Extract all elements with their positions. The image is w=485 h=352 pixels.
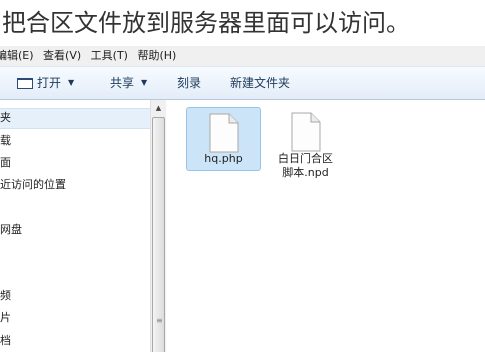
file-name: hq.php: [204, 152, 243, 165]
nav-item-favorites[interactable]: 夹: [0, 108, 150, 129]
nav-item-label: 载: [0, 134, 11, 147]
grip-icon: ≡: [156, 316, 163, 325]
file-name-line-1: 白日门合区: [278, 152, 333, 165]
burn-button[interactable]: 刻录: [177, 67, 201, 99]
nav-scrollbar[interactable]: ▲ ≡: [150, 100, 166, 352]
share-button[interactable]: 共享 ▼: [110, 67, 147, 99]
file-item-merge-script[interactable]: 白日门合区 脚本.npd: [268, 107, 343, 179]
nav-item-label: 夹: [0, 111, 11, 124]
file-item-hq-php[interactable]: hq.php: [186, 107, 261, 171]
nav-item-label: 面: [0, 156, 11, 169]
chevron-down-icon: ▼: [141, 78, 148, 87]
chevron-down-icon: ▼: [68, 78, 75, 87]
new-folder-button[interactable]: 新建文件夹: [230, 67, 290, 99]
nav-item-desktop[interactable]: 面: [0, 155, 11, 171]
open-label: 打开: [37, 76, 62, 90]
share-label: 共享: [110, 76, 135, 90]
scroll-up-arrow-icon[interactable]: ▲: [151, 100, 166, 116]
nav-item-label: 近访问的位置: [0, 178, 66, 191]
file-name-line-2: 脚本.npd: [282, 166, 329, 179]
open-button[interactable]: 打开 ▼: [17, 67, 74, 99]
nav-item-label: 片: [0, 311, 11, 324]
menu-view[interactable]: 查看(V): [43, 46, 81, 66]
menu-tools[interactable]: 工具(T): [91, 46, 128, 66]
nav-item-videos[interactable]: 频: [0, 288, 11, 304]
nav-item-label: 网盘: [0, 223, 22, 236]
nav-item-cloud-drive[interactable]: 网盘: [0, 222, 22, 238]
nav-item-downloads[interactable]: 载: [0, 133, 11, 149]
nav-item-label: 频: [0, 289, 11, 302]
instruction-caption: 把合区文件放到服务器里面可以访问。: [0, 0, 485, 46]
scrollbar-thumb[interactable]: ≡: [152, 117, 165, 352]
menu-edit[interactable]: 编辑(E): [0, 46, 34, 66]
document-icon: [291, 112, 321, 152]
command-bar: 打开 ▼ 共享 ▼ 刻录 新建文件夹: [0, 66, 485, 100]
new-folder-label: 新建文件夹: [230, 76, 291, 90]
menu-help[interactable]: 帮助(H): [137, 46, 176, 66]
burn-label: 刻录: [177, 76, 202, 90]
nav-item-label: 档: [0, 334, 11, 347]
navigation-pane: 夹 载 面 近访问的位置 网盘 频 片 档: [0, 100, 150, 352]
menu-bar: 编辑(E) 查看(V) 工具(T) 帮助(H): [0, 46, 485, 66]
nav-item-pictures[interactable]: 片: [0, 310, 11, 326]
open-icon: [17, 77, 33, 89]
nav-item-recent-places[interactable]: 近访问的位置: [0, 177, 66, 193]
nav-item-documents[interactable]: 档: [0, 333, 11, 349]
file-list-pane: hq.php 白日门合区 脚本.npd: [166, 100, 485, 352]
document-icon: [209, 113, 239, 153]
